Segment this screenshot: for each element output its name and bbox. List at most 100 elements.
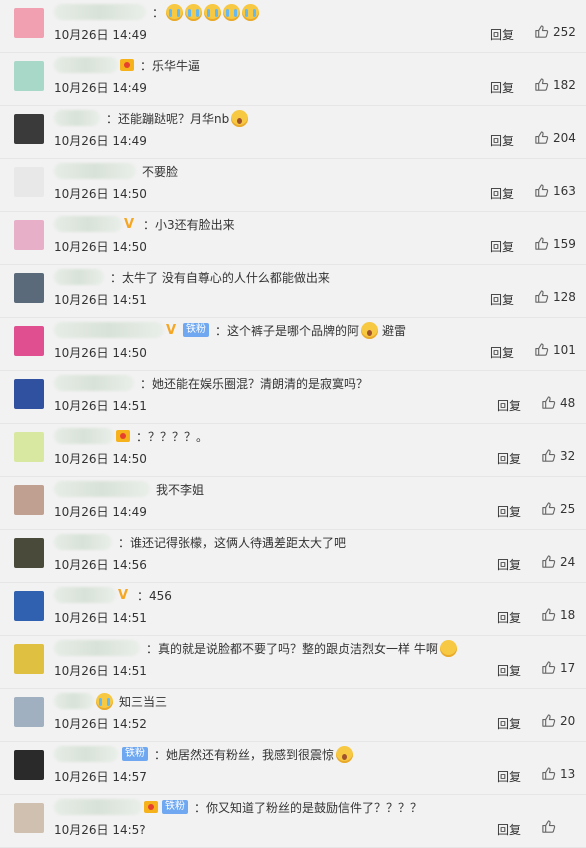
avatar[interactable] [14,485,44,515]
avatar[interactable] [14,326,44,356]
thumbs-up-icon [542,714,556,727]
like-count: 252 [553,24,576,39]
fan-badge: 铁粉 [162,800,188,814]
avatar[interactable] [14,697,44,727]
comment-text: ：你又知道了粉丝的是鼓励信件了？？？？ [194,800,423,815]
comment-item: V ：456 10月26日 14:51 回复 18 [0,583,586,636]
username-blurred[interactable] [54,746,118,762]
reply-button[interactable]: 回复 [497,609,521,626]
reply-button[interactable]: 回复 [490,344,514,361]
thumbs-up-icon [535,343,549,356]
cry-emoji-icon [204,3,222,21]
comment-content: ：乐华牛逼 [54,55,200,75]
avatar[interactable] [14,591,44,621]
like-button[interactable]: 182 [534,77,576,92]
reply-button[interactable]: 回复 [497,821,521,838]
username-blurred[interactable] [54,57,118,73]
avatar[interactable] [14,379,44,409]
avatar[interactable] [14,750,44,780]
avatar[interactable] [14,220,44,250]
comment-timestamp: 10月26日 14:51 [54,399,147,413]
avatar[interactable] [14,803,44,833]
comment-item: 铁粉 ：你又知道了粉丝的是鼓励信件了？？？？ 10月26日 14:5? 回复 [0,795,586,848]
comment-text: ：？？？？。 [136,429,209,444]
shock-emoji-icon [361,321,379,339]
like-button[interactable]: 48 [541,395,575,410]
reply-button[interactable]: 回复 [497,556,521,573]
username-blurred[interactable] [54,163,136,179]
username-blurred[interactable] [54,322,164,338]
avatar[interactable] [14,644,44,674]
avatar[interactable] [14,432,44,462]
username-blurred[interactable] [54,534,112,550]
reply-button[interactable]: 回复 [497,397,521,414]
comment-timestamp: 10月26日 14:51 [54,611,147,625]
avatar[interactable] [14,114,44,144]
username-blurred[interactable] [54,110,100,126]
thumbs-up-icon [542,661,556,674]
like-button[interactable]: 128 [534,289,576,304]
reply-button[interactable]: 回复 [490,185,514,202]
like-button[interactable]: 32 [541,448,575,463]
reply-button[interactable]: 回复 [497,715,521,732]
reply-button[interactable]: 回复 [497,768,521,785]
comment-timestamp: 10月26日 14:51 [54,293,147,307]
like-button[interactable]: 17 [541,660,575,675]
like-count: 204 [553,130,576,145]
username-blurred[interactable] [54,693,94,709]
shock-emoji-icon [336,745,354,763]
username-blurred[interactable] [54,216,122,232]
reply-button[interactable]: 回复 [490,26,514,43]
reply-button[interactable]: 回复 [497,503,521,520]
reply-button[interactable]: 回复 [497,662,521,679]
like-button[interactable]: 204 [534,130,576,145]
like-count: 48 [560,395,576,410]
like-button[interactable]: 25 [541,501,575,516]
comment-content: 铁粉 ：她居然还有粉丝，我感到很震惊 [54,744,354,764]
username-blurred[interactable] [54,481,150,497]
like-button[interactable]: 159 [534,236,576,251]
comment-text: ：乐华牛逼 [140,58,201,73]
like-button[interactable]: 13 [541,766,575,781]
comment-item: ：太牛了 没有自尊心的人什么都能做出来 10月26日 14:51 回复 128 [0,265,586,318]
like-count: 163 [553,183,576,198]
avatar[interactable] [14,538,44,568]
like-count: 32 [560,448,576,463]
avatar[interactable] [14,273,44,303]
cry-emoji-icon [96,692,113,710]
reply-button[interactable]: 回复 [490,79,514,96]
like-button[interactable]: 24 [541,554,575,569]
username-blurred[interactable] [54,640,140,656]
comment-timestamp: 10月26日 14:52 [54,717,147,731]
thumbs-up-icon [535,237,549,250]
like-button[interactable]: 101 [534,342,576,357]
username-blurred[interactable] [54,428,114,444]
like-button[interactable]: 252 [534,24,576,39]
username-blurred[interactable] [54,4,146,20]
reply-button[interactable]: 回复 [490,238,514,255]
thumbs-up-icon [542,555,556,568]
avatar[interactable] [14,61,44,91]
thumbs-up-icon [535,290,549,303]
reply-button[interactable]: 回复 [497,450,521,467]
username-blurred[interactable] [54,375,134,391]
comment-item: ：？？？？。 10月26日 14:50 回复 32 [0,424,586,477]
reply-button[interactable]: 回复 [490,291,514,308]
like-button[interactable]: 163 [534,183,576,198]
comment-text: ：还能蹦跶呢？月华nb [106,111,230,126]
username-blurred[interactable] [54,587,116,603]
username-blurred[interactable] [54,799,142,815]
avatar[interactable] [14,8,44,38]
comment-item: 铁粉 ：她居然还有粉丝，我感到很震惊 10月26日 14:57 回复 13 [0,742,586,795]
like-button[interactable]: 18 [541,607,575,622]
username-blurred[interactable] [54,269,104,285]
avatar[interactable] [14,167,44,197]
like-button[interactable] [541,819,560,834]
smile-emoji-icon [439,639,457,657]
comment-content: V ：456 [54,585,172,605]
reply-button[interactable]: 回复 [490,132,514,149]
like-button[interactable]: 20 [541,713,575,728]
comment-content: V 铁粉 ：这个裤子是哪个品牌的阿 避雷 [54,320,406,340]
thumbs-up-icon [542,396,556,409]
comment-text: ：谁还记得张檬，这俩人待遇差距太大了吧 [118,535,347,550]
